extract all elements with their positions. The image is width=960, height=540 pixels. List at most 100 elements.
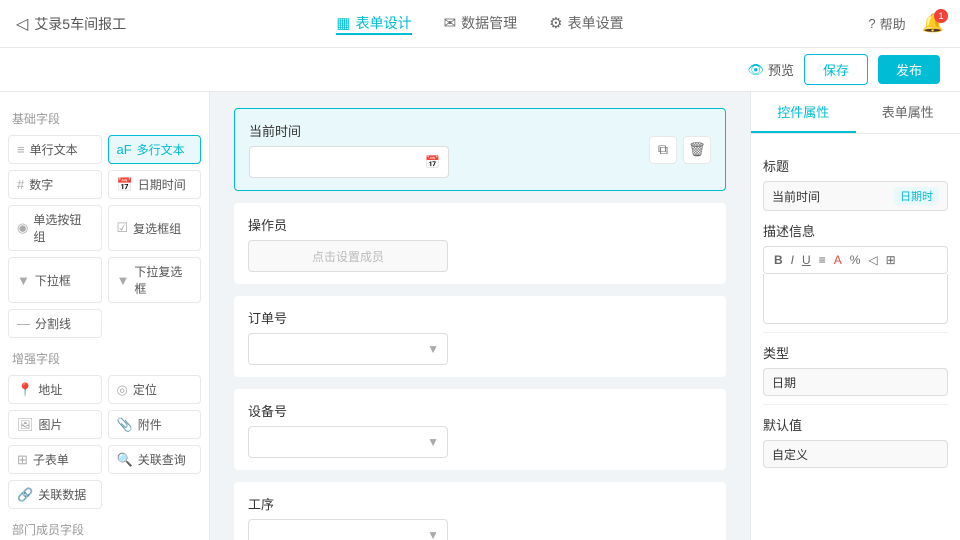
field-divider[interactable]: — 分割线 [8,309,102,338]
copy-field-button[interactable]: ⧉ [649,136,677,164]
desc-tool-table[interactable]: ⊞ [884,252,898,268]
back-button[interactable]: ◁ [16,14,28,34]
desc-tool-underline[interactable]: U [800,252,813,268]
notice-wrapper: 🔔 1 [922,13,944,34]
right-panel-tabs: 控件属性 表单属性 [751,92,960,134]
help-circle-icon: ? [868,16,875,31]
sub-form-label: 子表单 [33,451,69,468]
preview-button[interactable]: 👁 预览 [747,60,794,79]
datetime-icon: 📅 [117,177,133,193]
field-multi-text[interactable]: aF 多行文本 [108,135,202,164]
related-data-label: 关联数据 [38,486,86,503]
divider-1 [763,332,948,333]
tab-data-manage-label: 数据管理 [461,13,517,33]
field-block-process[interactable]: 工序 ▼ [234,482,726,540]
multi-text-icon: aF [117,142,132,157]
field-single-text[interactable]: ≡ 单行文本 [8,135,102,164]
field-label-order-no: 订单号 [248,308,712,327]
data-manage-icon: ✉ [444,14,457,32]
field-input-current-time[interactable]: 📅 [249,146,449,178]
desc-tool-link[interactable]: ◁ [866,252,879,268]
main-content: 基础字段 ≡ 单行文本 aF 多行文本 # 数字 📅 日期时间 ◉ 单选按钮组 [0,92,960,540]
field-dropdown-complex[interactable]: ▼ 下拉复选框 [108,257,202,303]
field-block-order-no[interactable]: 订单号 ▼ [234,296,726,377]
tab-data-manage[interactable]: ✉ 数据管理 [444,13,518,35]
title-prop-input[interactable]: 当前时间 日期时 [763,181,948,211]
tab-form-props[interactable]: 表单属性 [856,92,960,133]
right-panel: 控件属性 表单属性 标题 当前时间 日期时 描述信息 B I U ≡ A % ◁ [750,92,960,540]
number-label: 数字 [29,176,53,193]
dropdown-arrow-process: ▼ [427,528,439,540]
address-icon: 📍 [17,382,33,398]
desc-tool-percent[interactable]: % [848,252,863,268]
desc-tool-align[interactable]: ≡ [817,252,828,268]
notice-badge: 1 [934,9,948,23]
field-related-query[interactable]: 🔍 关联查询 [108,445,202,474]
sub-form-icon: ⊞ [17,452,28,468]
checkbox-label: 复选框组 [133,220,181,237]
field-label-current-time: 当前时间 [249,121,711,140]
divider-label: 分割线 [35,315,71,332]
title-prop-tag: 日期时 [894,187,939,205]
help-button[interactable]: ? 帮助 [868,14,905,33]
dropdown-label: 下拉框 [35,272,71,289]
field-image[interactable]: 🖼 图片 [8,410,102,439]
help-label: 帮助 [880,14,906,33]
title-prop-value: 当前时间 [772,188,820,205]
field-address[interactable]: 📍 地址 [8,375,102,404]
default-prop-value: 自定义 [763,440,948,468]
desc-area[interactable] [763,274,948,324]
single-text-label: 单行文本 [30,141,78,158]
tab-form-settings[interactable]: ⚙ 表单设置 [549,13,623,35]
checkbox-icon: ☑ [117,220,129,236]
app-title: 艾录5车间报工 [34,14,126,34]
type-prop-label: 类型 [763,343,948,362]
tab-form-props-label: 表单属性 [882,105,934,120]
right-panel-content: 标题 当前时间 日期时 描述信息 B I U ≡ A % ◁ ⊞ 类型 日期 [751,134,960,540]
field-number[interactable]: # 数字 [8,170,102,199]
member-fields-title: 部门成员字段 [8,515,201,540]
desc-tool-italic[interactable]: I [789,252,796,268]
save-button[interactable]: 保存 [804,54,868,85]
divider-2 [763,404,948,405]
field-attachment[interactable]: 📎 附件 [108,410,202,439]
field-radio[interactable]: ◉ 单选按钮组 [8,205,102,251]
tab-control-props[interactable]: 控件属性 [751,92,856,133]
field-location[interactable]: ◎ 定位 [108,375,202,404]
preview-label: 预览 [768,60,794,79]
field-input-order-no[interactable]: ▼ [248,333,448,365]
field-input-device-no[interactable]: ▼ [248,426,448,458]
field-block-device-no[interactable]: 设备号 ▼ [234,389,726,470]
nav-tabs: ▦ 表单设计 ✉ 数据管理 ⚙ 表单设置 [176,13,784,35]
radio-icon: ◉ [17,220,28,236]
field-input-operator[interactable]: 点击设置成员 [248,240,448,272]
desc-prop-label: 描述信息 [763,221,948,240]
single-text-icon: ≡ [17,142,25,157]
desc-toolbar: B I U ≡ A % ◁ ⊞ [763,246,948,274]
tab-form-settings-label: 表单设置 [568,13,624,33]
field-checkbox[interactable]: ☑ 复选框组 [108,205,202,251]
dropdown-icon: ▼ [17,273,30,288]
sub-header: 👁 预览 保存 发布 [0,48,960,92]
desc-tool-color[interactable]: A [832,252,844,268]
tab-form-design[interactable]: ▦ 表单设计 [336,13,411,35]
field-datetime[interactable]: 📅 日期时间 [108,170,202,199]
field-related-data[interactable]: 🔗 关联数据 [8,480,102,509]
field-label-operator: 操作员 [248,215,712,234]
image-label: 图片 [39,416,63,433]
field-block-current-time[interactable]: 当前时间 📅 ⧉ 🗑 [234,108,726,191]
top-nav: ◁ 艾录5车间报工 ▦ 表单设计 ✉ 数据管理 ⚙ 表单设置 ? 帮助 🔔 1 [0,0,960,48]
field-actions: ⧉ 🗑 [649,136,711,164]
desc-tool-bold[interactable]: B [772,252,785,268]
dropdown-complex-icon: ▼ [117,273,130,288]
divider-icon: — [17,316,30,331]
field-dropdown[interactable]: ▼ 下拉框 [8,257,102,303]
left-sidebar: 基础字段 ≡ 单行文本 aF 多行文本 # 数字 📅 日期时间 ◉ 单选按钮组 [0,92,210,540]
basic-fields-grid: ≡ 单行文本 aF 多行文本 # 数字 📅 日期时间 ◉ 单选按钮组 ☑ 复选框… [8,135,201,338]
field-block-operator[interactable]: 操作员 点击设置成员 [234,203,726,284]
delete-field-button[interactable]: 🗑 [683,136,711,164]
form-settings-icon: ⚙ [549,14,562,32]
publish-button[interactable]: 发布 [878,55,940,84]
field-input-process[interactable]: ▼ [248,519,448,540]
field-sub-form[interactable]: ⊞ 子表单 [8,445,102,474]
